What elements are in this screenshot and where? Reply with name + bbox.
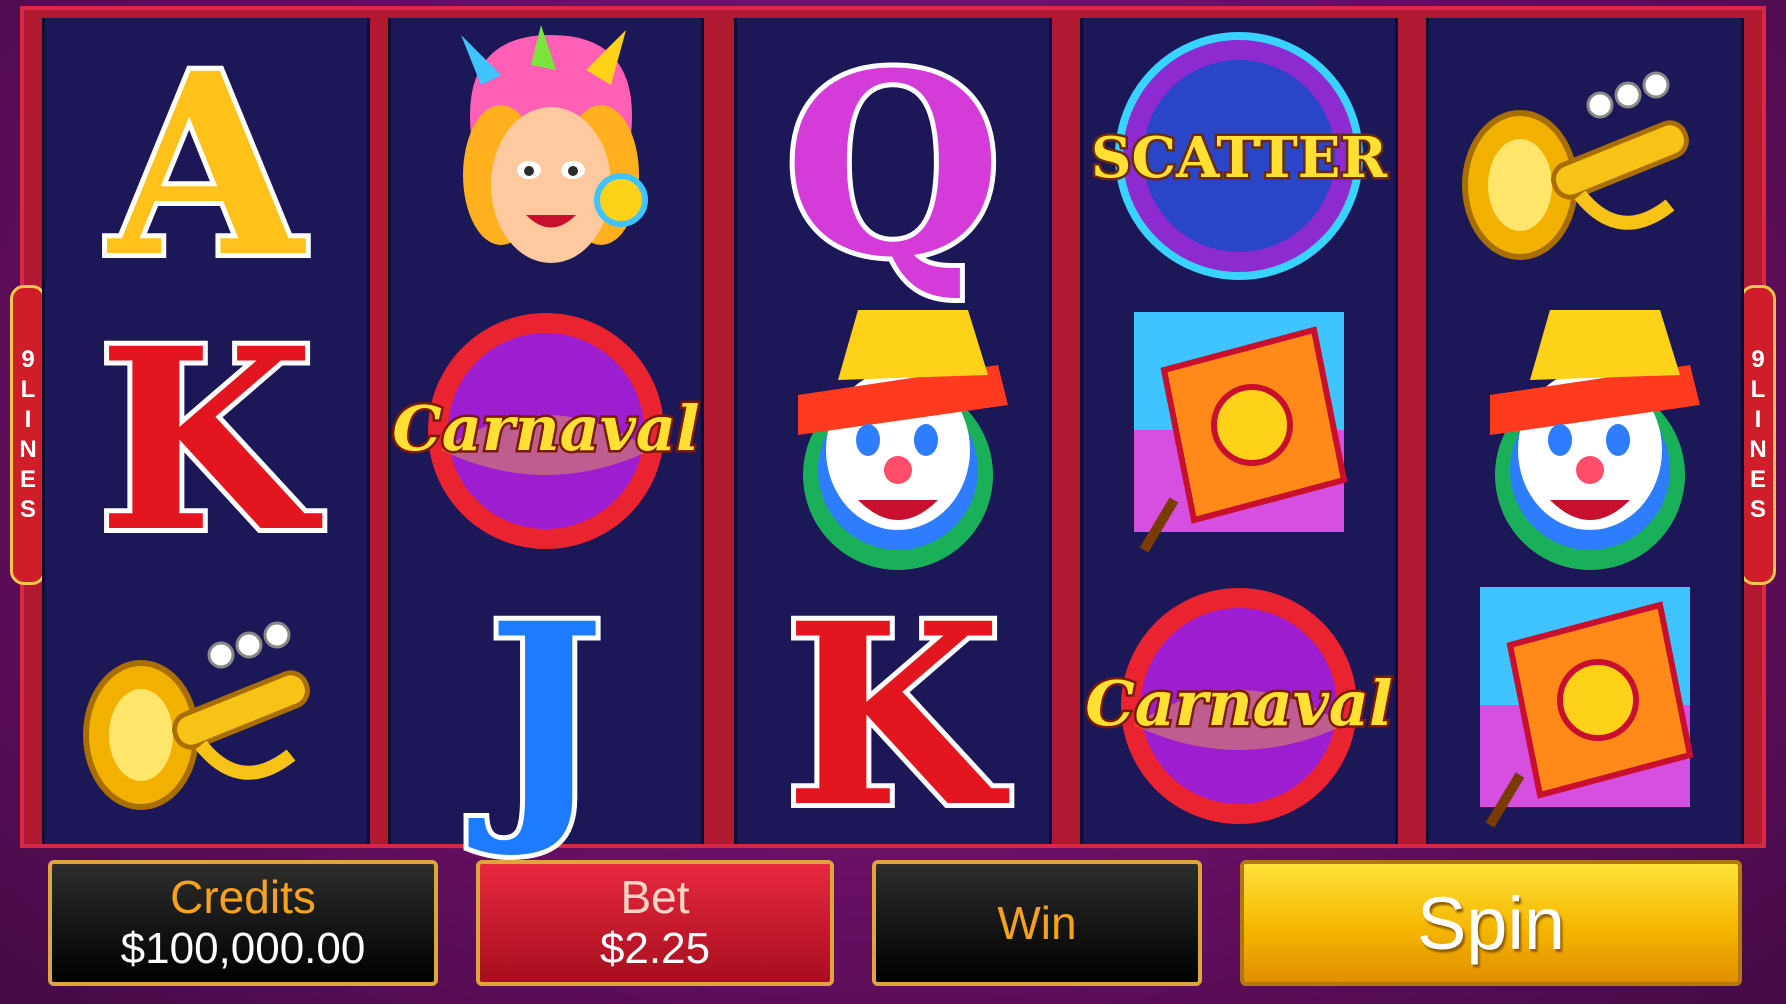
paylines-letter: N	[19, 436, 37, 463]
reel-frame: 9 L I N E S 9 L I N E S A K Carnaval J Q…	[10, 6, 1776, 867]
trumpet-icon	[83, 621, 310, 810]
king-letter: K	[97, 293, 322, 587]
credits-panel: Credits $100,000.00	[48, 860, 438, 986]
paylines-number: 9	[21, 346, 35, 373]
symbol-ace: A	[45, 13, 367, 317]
ace-symbol-art: A	[102, 13, 311, 317]
symbol-king: K	[45, 288, 367, 592]
paylines-letter: L	[20, 376, 36, 403]
sun-banner-icon	[1480, 586, 1694, 828]
queen-letter: Q	[784, 18, 1002, 312]
scatter-symbol-art: SCATTER	[1089, 31, 1390, 280]
spin-button[interactable]: Spin	[1240, 860, 1742, 986]
win-label: Win	[997, 897, 1077, 949]
symbol-trumpet	[1429, 18, 1741, 293]
paylines-letter: N	[1749, 436, 1767, 463]
ace-letter: A	[107, 18, 306, 312]
king-symbol-art: K	[779, 563, 1014, 867]
sun-banner-icon	[1134, 311, 1348, 553]
symbol-clown	[1429, 293, 1741, 570]
symbol-carnaval-logo: Carnaval	[1083, 568, 1395, 843]
carnaval-logo-art: Carnaval	[1083, 587, 1395, 824]
symbol-carnival-dancer	[391, 18, 701, 293]
paylines-letter: E	[19, 466, 36, 493]
symbol-clown	[737, 293, 1049, 570]
symbol-scatter: SCATTER	[1083, 18, 1395, 293]
paylines-letter: S	[19, 496, 36, 523]
symbol-king: K	[737, 563, 1049, 867]
paylines-letter: I	[1754, 406, 1762, 433]
bet-label: Bet	[620, 871, 690, 923]
symbol-sun-banner	[1429, 568, 1741, 843]
bet-button[interactable]: Bet $2.25	[476, 860, 834, 986]
carnaval-logo-art: Carnaval	[390, 312, 702, 549]
credits-value: $100,000.00	[120, 924, 366, 973]
symbol-jack: J	[391, 563, 701, 867]
clown-icon	[1490, 309, 1700, 570]
paylines-letter: L	[1750, 376, 1766, 403]
dancer-icon	[461, 24, 648, 263]
trumpet-icon	[1462, 71, 1689, 260]
clown-icon	[798, 309, 1008, 570]
symbol-carnaval-logo: Carnaval	[390, 293, 702, 568]
symbol-trumpet	[45, 568, 367, 843]
jack-symbol-art: J	[463, 563, 610, 867]
paylines-letter: E	[1749, 466, 1766, 493]
paylines-letter: I	[24, 406, 32, 433]
win-panel: Win	[872, 860, 1202, 986]
reel-1: A K	[42, 13, 370, 844]
bet-value: $2.25	[599, 924, 711, 973]
paylines-letter: S	[1749, 496, 1766, 523]
paylines-indicator-left: 9 L I N E S	[10, 285, 46, 585]
carnaval-logo-text: Carnaval	[1085, 667, 1392, 740]
reel-3: Q K	[734, 13, 1052, 867]
paylines-number: 9	[1751, 346, 1765, 373]
jack-letter: J	[468, 568, 605, 862]
symbol-queen: Q	[737, 13, 1049, 317]
king-letter: K	[784, 568, 1009, 862]
paylines-indicator-right: 9 L I N E S	[1740, 285, 1776, 585]
symbol-sun-banner	[1083, 293, 1395, 568]
reel-2: Carnaval J	[388, 18, 704, 867]
credits-label: Credits	[170, 871, 316, 923]
queen-symbol-art: Q	[779, 13, 1007, 317]
king-symbol-art: K	[92, 288, 327, 592]
reel-5	[1426, 18, 1744, 844]
scatter-text: SCATTER	[1091, 125, 1387, 191]
reel-4: SCATTER Carnaval	[1080, 18, 1398, 844]
carnaval-logo-text: Carnaval	[392, 392, 699, 465]
